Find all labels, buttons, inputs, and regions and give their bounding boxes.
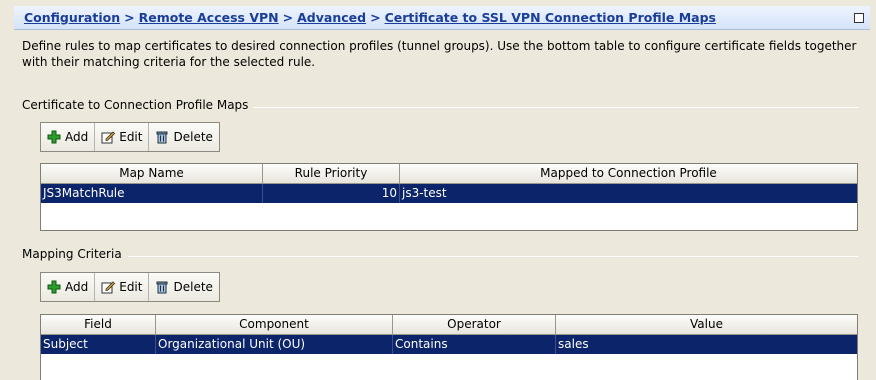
group-divider [22,256,858,257]
cell-map-name: JS3MatchRule [41,184,263,203]
maps-delete-label: Delete [173,130,213,144]
maps-edit-label: Edit [119,130,143,144]
add-icon [47,280,61,294]
trash-icon [156,131,168,144]
table-row[interactable]: JS3MatchRule 10 js3-test [41,184,857,203]
maps-add-label: Add [65,130,89,144]
cell-field: Subject [41,335,156,354]
criteria-section-title: Mapping Criteria [22,247,128,261]
column-header-map-name[interactable]: Map Name [41,164,263,184]
column-header-component[interactable]: Component [156,315,393,335]
column-header-field[interactable]: Field [41,315,156,335]
cell-component: Organizational Unit (OU) [156,335,393,354]
page-title: Certificate to SSL VPN Connection Profil… [384,10,716,25]
column-header-value[interactable]: Value [556,315,857,335]
criteria-edit-button[interactable]: Edit [95,273,150,301]
breadcrumb-configuration[interactable]: Configuration [24,10,120,25]
breadcrumb-advanced[interactable]: Advanced [297,10,366,25]
criteria-add-label: Add [65,280,89,294]
criteria-table-header: Field Component Operator Value [41,315,857,335]
criteria-add-button[interactable]: Add [41,273,96,301]
maps-table: Map Name Rule Priority Mapped to Connect… [40,163,858,231]
edit-icon [101,131,116,144]
column-header-rule-priority[interactable]: Rule Priority [263,164,400,184]
column-header-operator[interactable]: Operator [393,315,556,335]
maps-table-header: Map Name Rule Priority Mapped to Connect… [41,164,857,184]
criteria-toolbar: Add Edit Delete [40,272,220,302]
maximize-icon[interactable] [854,13,864,23]
cell-mapped-profile: js3-test [402,186,447,200]
page-description: Define rules to map certificates to desi… [22,39,857,69]
criteria-delete-label: Delete [173,280,213,294]
breadcrumb: Configuration > Remote Access VPN > Adva… [14,6,870,30]
breadcrumb-separator: > [282,10,294,25]
cell-value: sales [558,337,589,351]
cell-operator: Contains [393,335,556,354]
maps-delete-button[interactable]: Delete [149,123,219,151]
breadcrumb-remote-access-vpn[interactable]: Remote Access VPN [139,10,279,25]
maps-add-button[interactable]: Add [41,123,96,151]
criteria-edit-label: Edit [119,280,143,294]
breadcrumb-separator: > [124,10,135,25]
maps-section-title: Certificate to Connection Profile Maps [22,98,255,112]
add-icon [47,130,61,144]
table-row[interactable]: Subject Organizational Unit (OU) Contain… [41,335,857,354]
criteria-table: Field Component Operator Value Subject O… [40,314,858,380]
cell-rule-priority: 10 [263,184,400,203]
criteria-delete-button[interactable]: Delete [149,273,219,301]
breadcrumb-separator: > [370,10,381,25]
maps-toolbar: Add Edit Delete [40,122,220,152]
maps-edit-button[interactable]: Edit [95,123,150,151]
column-header-mapped-profile[interactable]: Mapped to Connection Profile [400,164,857,184]
edit-icon [101,281,116,294]
trash-icon [156,281,168,294]
